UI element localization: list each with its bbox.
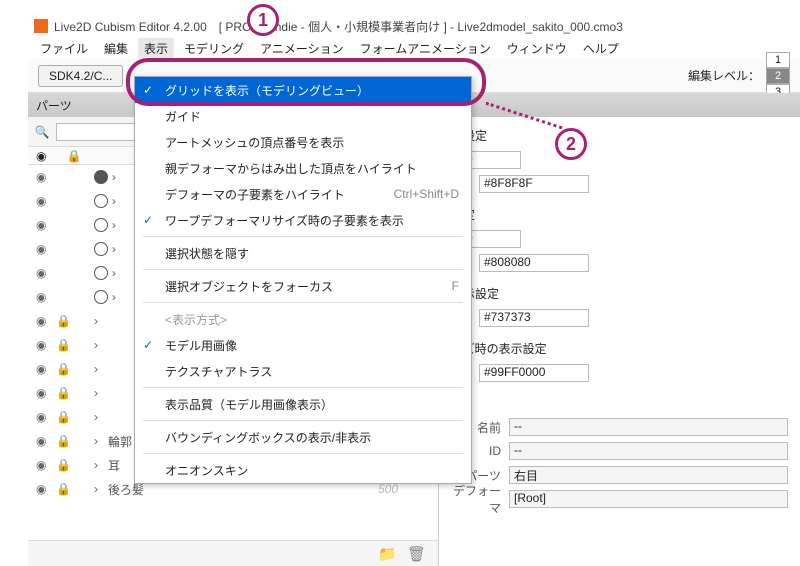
eye-icon[interactable]: ◉ [36, 482, 52, 496]
group3-label: 表示設定 [451, 281, 788, 306]
menu-編集[interactable]: 編集 [98, 38, 134, 59]
menu-item[interactable]: ✓モデル用画像 [135, 332, 471, 358]
form-parts-value[interactable]: 右目 [509, 466, 788, 484]
lock-icon[interactable]: 🔒 [56, 362, 72, 376]
eye-icon[interactable]: ◉ [36, 290, 52, 304]
eye-icon[interactable]: ◉ [36, 386, 52, 400]
lock-icon[interactable]: 🔒 [56, 338, 72, 352]
menu-item[interactable]: 親デフォーマからはみ出した頂点をハイライト [135, 155, 471, 181]
delete-icon[interactable]: 🗑 [407, 545, 426, 563]
menu-item[interactable]: デフォーマの子要素をハイライトCtrl+Shift+D [135, 181, 471, 207]
lock-icon[interactable]: 🔒 [56, 458, 72, 472]
circle-icon [94, 194, 108, 208]
eye-icon[interactable]: ◉ [36, 242, 52, 256]
eye-icon[interactable]: ◉ [36, 362, 52, 376]
caret-icon[interactable]: › [112, 242, 122, 256]
caret-icon[interactable]: › [94, 434, 104, 448]
app-logo-icon [34, 19, 48, 33]
inspector-header [439, 93, 800, 117]
tree-footer: 📁 🗑 [28, 540, 438, 566]
menu-item[interactable]: 選択オブジェクトをフォーカスF [135, 273, 471, 299]
group4-hex[interactable]: #99FF0000 [479, 364, 589, 382]
group1-label: 示設定 [451, 123, 788, 148]
menu-item[interactable]: テクスチャアトラス [135, 358, 471, 384]
caret-icon[interactable]: › [94, 362, 104, 376]
lock-icon[interactable]: 🔒 [56, 314, 72, 328]
window-title: Live2D Cubism Editor 4.2.00 [ PRO for in… [54, 18, 623, 35]
annotation-bubble-1: 1 [247, 4, 279, 36]
menu-ヘルプ[interactable]: ヘルプ [577, 38, 625, 59]
eye-icon[interactable]: ◉ [36, 170, 52, 184]
circle-icon [94, 218, 108, 232]
group2-hex[interactable]: #808080 [479, 254, 589, 272]
menu-アニメーション[interactable]: アニメーション [254, 38, 350, 59]
titlebar: Live2D Cubism Editor 4.2.00 [ PRO for in… [28, 15, 800, 37]
group4-label: イズ時の表示設定 [451, 336, 788, 361]
group2-label: 設定 [451, 202, 788, 227]
caret-icon[interactable]: › [94, 386, 104, 400]
sdk-button[interactable]: SDK4.2/C... [38, 65, 123, 87]
caret-icon[interactable]: › [112, 218, 122, 232]
menu-ウィンドウ[interactable]: ウィンドウ [501, 38, 573, 59]
menu-item[interactable]: オニオンスキン [135, 457, 471, 483]
caret-icon[interactable]: › [94, 338, 104, 352]
caret-icon[interactable]: › [94, 410, 104, 424]
caret-icon[interactable]: › [94, 314, 104, 328]
search-input[interactable] [56, 123, 136, 141]
lock-icon[interactable]: 🔒 [56, 386, 72, 400]
row-number: 500 [378, 482, 398, 496]
menu-item[interactable]: ガイド [135, 103, 471, 129]
eye-column-icon: ◉ [36, 149, 46, 163]
lock-icon[interactable]: 🔒 [56, 434, 72, 448]
edit-level-2[interactable]: 2 [766, 68, 790, 84]
lock-icon[interactable]: 🔒 [56, 410, 72, 424]
eye-icon[interactable]: ◉ [36, 338, 52, 352]
menu-item[interactable]: ✓ワープデフォーマリサイズ時の子要素を表示 [135, 207, 471, 233]
form-deformer-label: デフォーマ [451, 482, 509, 516]
caret-icon[interactable]: › [112, 266, 122, 280]
menu-item[interactable]: アートメッシュの頂点番号を表示 [135, 129, 471, 155]
circle-icon [94, 170, 108, 184]
caret-icon[interactable]: › [112, 170, 122, 184]
eye-icon[interactable]: ◉ [36, 218, 52, 232]
group3-hex[interactable]: #737373 [479, 309, 589, 327]
circle-icon [94, 266, 108, 280]
menu-フォームアニメーション[interactable]: フォームアニメーション [354, 38, 497, 59]
edit-level-1[interactable]: 1 [766, 52, 790, 68]
menu-表示[interactable]: 表示 [138, 38, 174, 59]
search-icon[interactable]: 🔍 [34, 124, 50, 140]
form-id-value[interactable]: -- [509, 442, 788, 460]
circle-icon [94, 242, 108, 256]
edit-level-label: 編集レベル： [688, 67, 760, 84]
group1-hex[interactable]: #8F8F8F [479, 175, 589, 193]
lock-icon[interactable]: 🔒 [56, 482, 72, 496]
form-deformer-value[interactable]: [Root] [509, 490, 788, 508]
menu-item[interactable]: 表示品質（モデル用画像表示） [135, 391, 471, 417]
menu-item[interactable]: バウンディングボックスの表示/非表示 [135, 424, 471, 450]
lock-column-icon: 🔒 [66, 149, 81, 163]
caret-icon[interactable]: › [94, 458, 104, 472]
view-menu-dropdown[interactable]: ✓グリッドを表示（モデリングビュー）ガイドアートメッシュの頂点番号を表示親デフォ… [134, 76, 472, 484]
eye-icon[interactable]: ◉ [36, 410, 52, 424]
circle-icon [94, 290, 108, 304]
menu-モデリング[interactable]: モデリング [178, 38, 250, 59]
annotation-bubble-2: 2 [555, 128, 587, 160]
caret-icon[interactable]: › [112, 290, 122, 304]
menu-item[interactable]: ✓グリッドを表示（モデリングビュー） [135, 77, 471, 103]
eye-icon[interactable]: ◉ [36, 314, 52, 328]
menu-ファイル[interactable]: ファイル [34, 38, 94, 59]
caret-icon[interactable]: › [94, 482, 104, 496]
new-folder-icon[interactable]: 📁 [378, 545, 397, 563]
caret-icon[interactable]: › [112, 194, 122, 208]
eye-icon[interactable]: ◉ [36, 458, 52, 472]
menubar: ファイル編集表示モデリングアニメーションフォームアニメーションウィンドウヘルプ [28, 37, 800, 59]
eye-icon[interactable]: ◉ [36, 434, 52, 448]
form-name-value[interactable]: -- [509, 418, 788, 436]
eye-icon[interactable]: ◉ [36, 266, 52, 280]
menu-item[interactable]: 選択状態を隠す [135, 240, 471, 266]
menu-item[interactable]: <表示方式> [135, 306, 471, 332]
eye-icon[interactable]: ◉ [36, 194, 52, 208]
